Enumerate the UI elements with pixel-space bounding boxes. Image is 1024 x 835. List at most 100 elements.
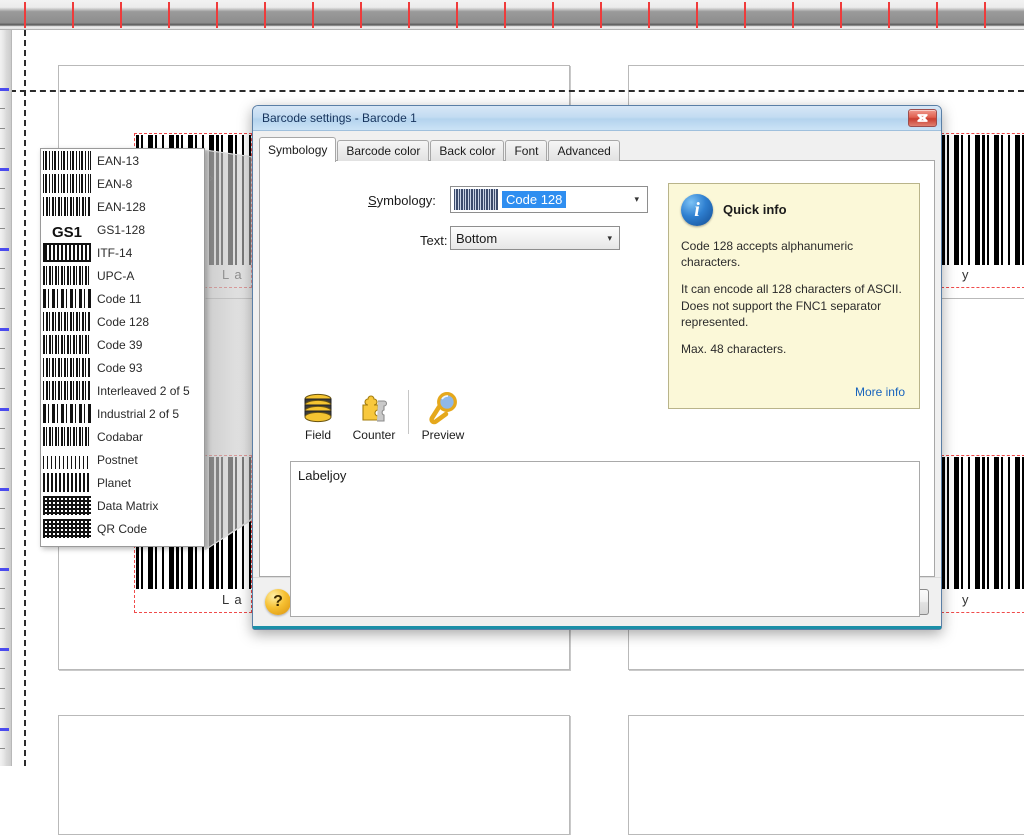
tab-advanced[interactable]: Advanced xyxy=(548,140,619,161)
symbology-option-label: Code 128 xyxy=(97,315,149,329)
vertical-ruler[interactable] xyxy=(0,30,12,766)
tab-font[interactable]: Font xyxy=(505,140,547,161)
ruler-tick xyxy=(0,308,5,309)
vertical-guide xyxy=(24,20,26,766)
counter-button[interactable]: Counter xyxy=(346,389,402,442)
symbology-dropdown-list[interactable]: EAN-13 EAN-8 EAN-128 GS1 GS1-128 ITF-14 UPC-A C… xyxy=(40,148,205,547)
dialog-titlebar[interactable]: Barcode settings - Barcode 1 xyxy=(253,106,941,131)
quick-info-title: Quick info xyxy=(723,201,787,219)
quick-info-panel: i Quick info Code 128 accepts alphanumer… xyxy=(668,183,920,409)
ruler-tick xyxy=(24,2,26,28)
chevron-down-icon[interactable]: ▾ xyxy=(634,194,639,205)
tabstrip[interactable]: Symbology Barcode color Back color Font Adva… xyxy=(259,136,935,161)
symbology-option-interleaved-2-of-5[interactable]: Interleaved 2 of 5 xyxy=(41,379,204,402)
symbology-option-code-128[interactable]: Code 128 xyxy=(41,310,204,333)
ruler-tick xyxy=(0,468,5,469)
preview-button-label: Preview xyxy=(422,428,465,442)
quick-info-paragraph-3: Max. 48 characters. xyxy=(681,341,907,357)
symbology-option-ean-13[interactable]: EAN-13 xyxy=(41,149,204,172)
barcode-ind2of5-icon xyxy=(43,404,91,423)
horizontal-guide xyxy=(0,90,1024,92)
tab-barcode-color[interactable]: Barcode color xyxy=(337,140,429,161)
ruler-tick xyxy=(0,608,5,609)
magnifier-icon xyxy=(426,389,460,425)
chevron-down-icon[interactable]: ▾ xyxy=(607,233,612,244)
symbology-label: Symbology: xyxy=(368,193,436,208)
close-x-glyph xyxy=(917,114,928,123)
barcode-itf14-icon xyxy=(43,243,91,262)
tab-symbology[interactable]: Symbology xyxy=(259,137,336,162)
label-cell[interactable] xyxy=(58,715,570,835)
ruler-tick xyxy=(0,428,5,429)
tab-label: Barcode color xyxy=(346,144,420,158)
symbology-option-postnet[interactable]: Postnet xyxy=(41,448,204,471)
ruler-tick xyxy=(0,568,9,571)
tab-back-color[interactable]: Back color xyxy=(430,140,504,161)
ruler-tick xyxy=(888,2,890,28)
ruler-tick xyxy=(0,348,5,349)
symbology-option-label: UPC-A xyxy=(97,269,134,283)
ruler-tick xyxy=(0,628,5,629)
barcode-postnet-icon xyxy=(43,450,91,469)
symbology-option-planet[interactable]: Planet xyxy=(41,471,204,494)
field-button[interactable]: Field xyxy=(290,389,346,442)
tab-label: Font xyxy=(514,144,538,158)
ruler-tick xyxy=(216,2,218,28)
barcode-value-textarea[interactable]: Labeljoy xyxy=(290,461,920,617)
barcode-code11-icon xyxy=(43,289,91,308)
barcode-gs1-icon: GS1 xyxy=(43,220,91,239)
symbology-option-label: Postnet xyxy=(97,453,138,467)
help-icon[interactable]: ? xyxy=(265,589,291,615)
more-info-link[interactable]: More info xyxy=(855,384,905,400)
symbology-option-industrial-2-of-5[interactable]: Industrial 2 of 5 xyxy=(41,402,204,425)
ruler-tick xyxy=(0,388,5,389)
symbology-selected-value: Code 128 xyxy=(502,191,566,208)
symbology-option-code-39[interactable]: Code 39 xyxy=(41,333,204,356)
preview-button[interactable]: Preview xyxy=(415,389,471,442)
symbology-option-data-matrix[interactable]: Data Matrix xyxy=(41,494,204,517)
symbology-option-label: GS1-128 xyxy=(97,223,145,237)
ruler-tick xyxy=(0,148,5,149)
ruler-tick xyxy=(0,528,5,529)
barcode-planet-icon xyxy=(43,473,91,492)
quick-info-header: i Quick info xyxy=(681,194,907,226)
symbology-tab-pane: Symbology: Code 128 ▾ Text: Bottom ▾ i Q… xyxy=(259,160,935,577)
ruler-tick xyxy=(0,248,9,251)
text-position-combo[interactable]: Bottom ▾ xyxy=(450,226,620,250)
barcode-ean128-icon xyxy=(43,197,91,216)
barcode-datamatrix-icon xyxy=(43,496,91,515)
symbology-option-label: Industrial 2 of 5 xyxy=(97,407,179,421)
close-icon[interactable] xyxy=(908,109,937,127)
horizontal-ruler[interactable] xyxy=(0,0,1024,30)
symbology-option-code-93[interactable]: Code 93 xyxy=(41,356,204,379)
ruler-tick xyxy=(0,288,5,289)
barcode-settings-dialog[interactable]: Barcode settings - Barcode 1 Symbology Ba… xyxy=(252,105,942,630)
insert-tools-toolbar[interactable]: Field Counter xyxy=(290,389,471,442)
ruler-tick xyxy=(792,2,794,28)
label-cell[interactable] xyxy=(628,715,1024,835)
symbology-option-label: EAN-128 xyxy=(97,200,146,214)
ruler-tick xyxy=(0,728,9,731)
ruler-tick xyxy=(0,208,5,209)
symbology-option-itf-14[interactable]: ITF-14 xyxy=(41,241,204,264)
symbology-option-codabar[interactable]: Codabar xyxy=(41,425,204,448)
symbology-option-label: Codabar xyxy=(97,430,143,444)
barcode-ean8-icon xyxy=(43,174,91,193)
ruler-tick xyxy=(264,2,266,28)
symbology-option-ean-128[interactable]: EAN-128 xyxy=(41,195,204,218)
symbology-option-label: EAN-13 xyxy=(97,154,139,168)
symbology-option-qr-code[interactable]: QR Code xyxy=(41,517,204,540)
symbology-option-upc-a[interactable]: UPC-A xyxy=(41,264,204,287)
symbology-option-label: Code 11 xyxy=(97,292,141,306)
symbology-combo[interactable]: Code 128 ▾ xyxy=(450,186,648,213)
ruler-tick xyxy=(600,2,602,28)
symbology-option-label: Planet xyxy=(97,476,131,490)
symbology-option-gs1-128[interactable]: GS1 GS1-128 xyxy=(41,218,204,241)
symbology-option-code-11[interactable]: Code 11 xyxy=(41,287,204,310)
symbology-option-ean-8[interactable]: EAN-8 xyxy=(41,172,204,195)
ruler-tick xyxy=(0,448,5,449)
symbology-option-label: Code 93 xyxy=(97,361,142,375)
ruler-tick xyxy=(840,2,842,28)
symbology-option-label: Code 39 xyxy=(97,338,142,352)
ruler-tick xyxy=(408,2,410,28)
